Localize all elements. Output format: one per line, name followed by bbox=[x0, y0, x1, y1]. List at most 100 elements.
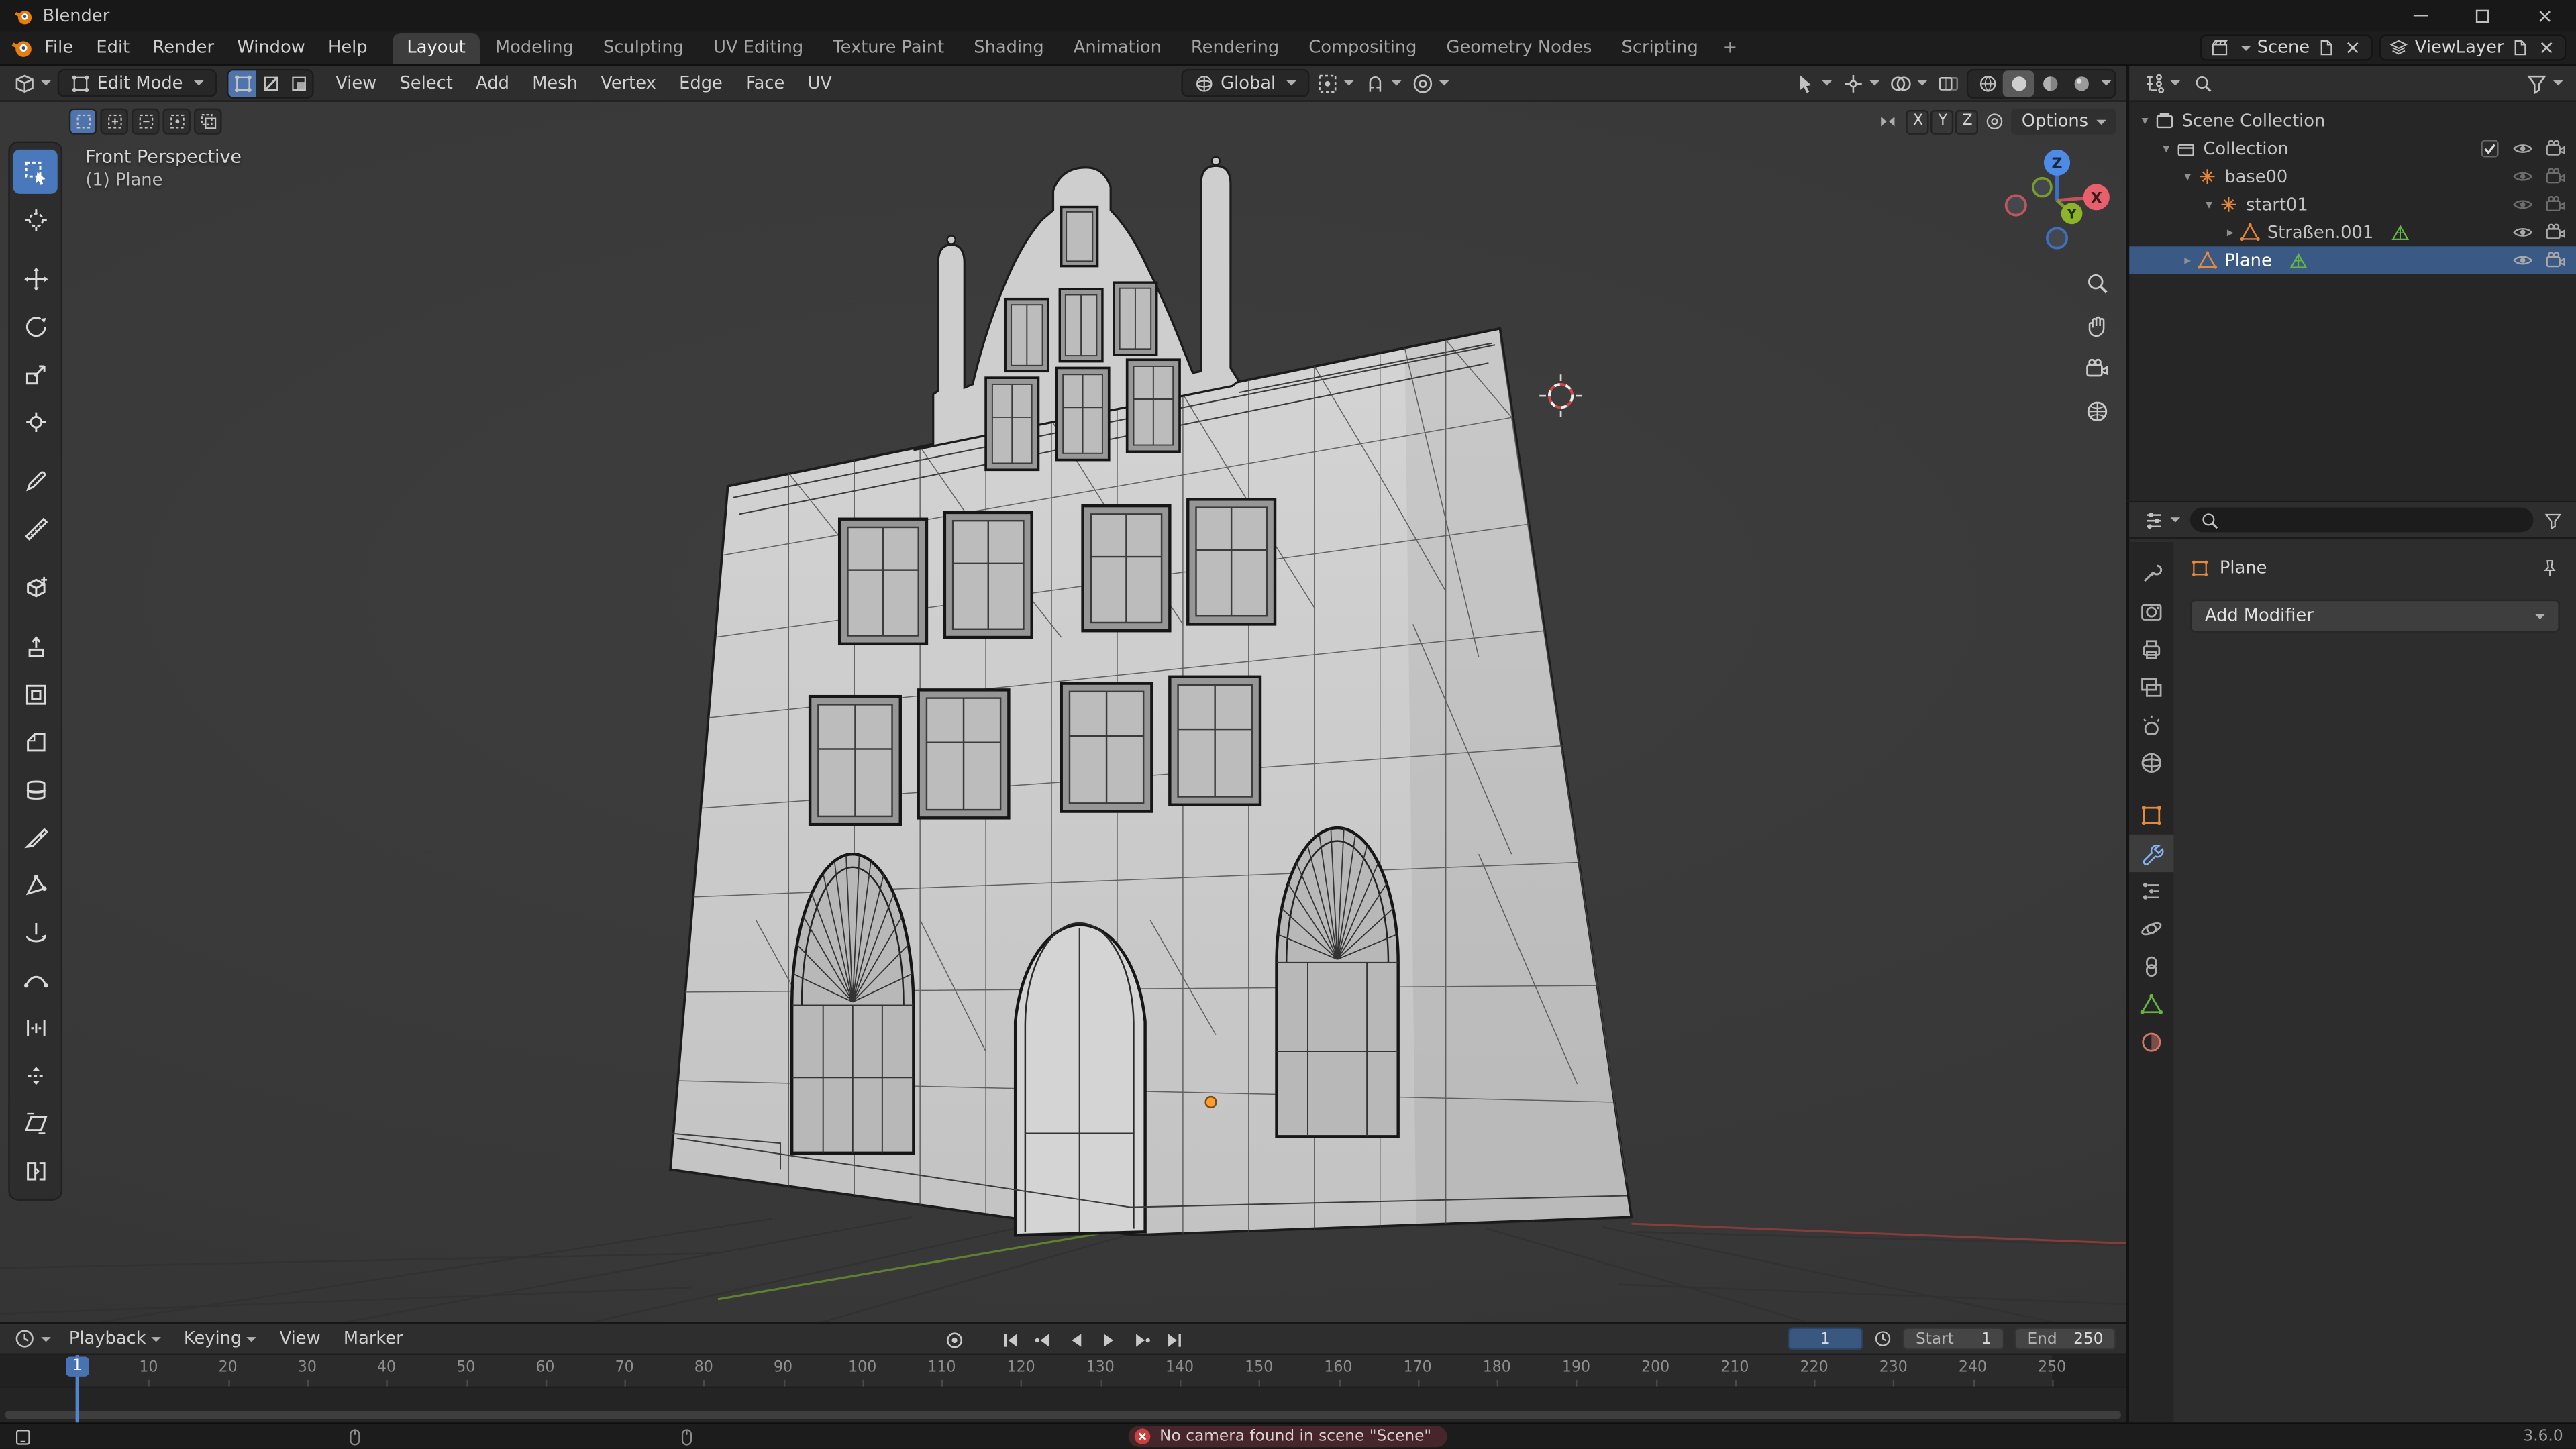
gizmo-neg-y[interactable] bbox=[2033, 178, 2051, 197]
tab-rendering[interactable]: Rendering bbox=[1176, 33, 1294, 64]
mode-intersect-button[interactable] bbox=[194, 109, 222, 135]
camera-view-button[interactable] bbox=[2080, 352, 2113, 384]
menu-render[interactable]: Render bbox=[141, 36, 225, 59]
options-dropdown[interactable]: Options bbox=[2012, 109, 2116, 135]
start-frame-field[interactable]: Start1 bbox=[1902, 1327, 2004, 1350]
outliner-row-scene-collection[interactable]: ▾Scene Collection bbox=[2129, 107, 2576, 135]
object-visibility-dropdown[interactable] bbox=[1791, 70, 1835, 96]
caret-down-icon[interactable]: ▾ bbox=[2136, 113, 2154, 128]
current-frame-field[interactable]: 1 bbox=[1788, 1327, 1863, 1350]
mode-dropdown[interactable]: Edit Mode bbox=[58, 69, 217, 97]
pin-icon[interactable] bbox=[2540, 558, 2559, 578]
tool-loop-cut[interactable] bbox=[13, 767, 58, 811]
viewport-menu-select[interactable]: Select bbox=[388, 72, 464, 95]
tool-shear[interactable] bbox=[13, 1100, 58, 1144]
vertex-mode-button[interactable] bbox=[229, 70, 257, 96]
tool-knife[interactable] bbox=[13, 814, 58, 859]
tab-sculpting[interactable]: Sculpting bbox=[588, 33, 699, 64]
pivot-point-button[interactable] bbox=[1313, 70, 1357, 96]
tool-annotate[interactable] bbox=[13, 458, 58, 502]
eye-icon[interactable] bbox=[2512, 138, 2534, 160]
tool-poly-build[interactable] bbox=[13, 862, 58, 906]
camera-icon[interactable] bbox=[2545, 166, 2567, 187]
properties-editor-type-button[interactable] bbox=[2139, 506, 2183, 533]
mirror-y-toggle[interactable]: Y bbox=[1931, 109, 1954, 134]
checkbox-icon[interactable] bbox=[2479, 138, 2501, 160]
pan-button[interactable] bbox=[2080, 309, 2113, 341]
tab-compositing[interactable]: Compositing bbox=[1294, 33, 1431, 64]
orientation-dropdown[interactable]: Global bbox=[1181, 69, 1310, 97]
outliner-row-collection[interactable]: ▾Collection bbox=[2129, 135, 2576, 163]
tab-shading[interactable]: Shading bbox=[959, 33, 1059, 64]
playhead-frame-badge[interactable]: 1 bbox=[66, 1356, 89, 1376]
ptab-output[interactable] bbox=[2129, 631, 2173, 668]
viewlayer-selector[interactable]: ViewLayer bbox=[2379, 34, 2567, 60]
ptab-scene[interactable] bbox=[2129, 706, 2173, 744]
proportional-edit-toggle[interactable] bbox=[1409, 70, 1453, 96]
eye-icon[interactable] bbox=[2512, 222, 2534, 244]
edge-mode-button[interactable] bbox=[257, 70, 285, 96]
viewport-menu-uv[interactable]: UV bbox=[796, 72, 843, 95]
viewport-menu-view[interactable]: View bbox=[324, 72, 388, 95]
tool-move[interactable] bbox=[13, 256, 58, 301]
timeline-editor-type-button[interactable] bbox=[10, 1326, 54, 1352]
tool-smooth[interactable] bbox=[13, 957, 58, 1002]
tool-scale[interactable] bbox=[13, 352, 58, 396]
tool-spin[interactable] bbox=[13, 910, 58, 954]
use-preview-range-icon[interactable] bbox=[1873, 1329, 1892, 1348]
navigation-gizmo[interactable]: Z X Y bbox=[1998, 142, 2116, 260]
tab-layout[interactable]: Layout bbox=[392, 33, 480, 64]
new-scene-icon[interactable] bbox=[2316, 38, 2336, 57]
tl-prevkey-button[interactable] bbox=[1029, 1326, 1057, 1352]
tool-measure[interactable] bbox=[13, 506, 58, 550]
ptab-view-layer[interactable] bbox=[2129, 669, 2173, 706]
tool-extrude[interactable] bbox=[13, 624, 58, 668]
tl-nextkey-button[interactable] bbox=[1127, 1326, 1155, 1352]
ptab-modifiers[interactable] bbox=[2129, 835, 2173, 872]
snap-toggle[interactable] bbox=[1361, 70, 1406, 96]
zoom-button[interactable] bbox=[2080, 266, 2113, 299]
tool-edge-slide[interactable] bbox=[13, 1005, 58, 1049]
tool-shrink-fatten[interactable] bbox=[13, 1053, 58, 1097]
caret-down-icon[interactable]: ▾ bbox=[2179, 169, 2197, 184]
gizmos-dropdown[interactable] bbox=[1839, 70, 1883, 96]
shading-material-button[interactable] bbox=[2034, 70, 2065, 96]
tab-geometry-nodes[interactable]: Geometry Nodes bbox=[1432, 33, 1607, 64]
caret-down-icon[interactable]: ▾ bbox=[2157, 142, 2175, 156]
xray-toggle[interactable] bbox=[1934, 70, 1963, 96]
shading-wireframe-button[interactable] bbox=[1971, 70, 2003, 96]
end-frame-field[interactable]: End250 bbox=[2014, 1327, 2116, 1350]
menu-file[interactable]: File bbox=[33, 36, 85, 59]
ptab-world[interactable] bbox=[2129, 744, 2173, 782]
outliner-search-button[interactable] bbox=[2190, 72, 2216, 95]
snap-falloff-button[interactable] bbox=[1982, 110, 2008, 133]
ptab-render[interactable] bbox=[2129, 593, 2173, 631]
shading-rendered-button[interactable] bbox=[2065, 70, 2097, 96]
app-menu-icon[interactable] bbox=[10, 36, 33, 59]
outliner-row-plane[interactable]: ▸Plane bbox=[2129, 246, 2576, 274]
tool-rotate[interactable] bbox=[13, 304, 58, 348]
properties-filter-button[interactable] bbox=[2540, 508, 2566, 531]
properties-search-input[interactable] bbox=[2190, 508, 2534, 533]
outliner-row-start01[interactable]: ▾start01 bbox=[2129, 191, 2576, 219]
viewport-menu-mesh[interactable]: Mesh bbox=[521, 72, 589, 95]
mode-new-button[interactable] bbox=[69, 109, 97, 135]
ptab-object[interactable] bbox=[2129, 797, 2173, 835]
caret-right-icon[interactable]: ▸ bbox=[2179, 253, 2197, 268]
3d-scene[interactable] bbox=[0, 102, 2126, 1322]
3d-viewport[interactable]: XYZ Options Front Perspective (1) Plane … bbox=[0, 102, 2126, 1322]
shading-solid-button[interactable] bbox=[2003, 70, 2034, 96]
ptab-tool[interactable] bbox=[2129, 555, 2173, 593]
viewport-menu-add[interactable]: Add bbox=[464, 72, 521, 95]
camera-icon[interactable] bbox=[2545, 138, 2567, 160]
gizmo-neg-z[interactable] bbox=[2047, 228, 2067, 248]
timeline-ruler[interactable]: 1020304050607080901001101201301401501601… bbox=[0, 1355, 2126, 1388]
tool-select-box[interactable] bbox=[13, 150, 58, 194]
ptab-constraints[interactable] bbox=[2129, 948, 2173, 985]
maximize-button[interactable] bbox=[2451, 0, 2514, 32]
outliner-filter-button[interactable] bbox=[2522, 70, 2566, 96]
face-mode-button[interactable] bbox=[285, 70, 313, 96]
auto-keyframe-button[interactable] bbox=[940, 1326, 968, 1352]
tab-animation[interactable]: Animation bbox=[1059, 33, 1176, 64]
close-button[interactable] bbox=[2514, 0, 2576, 32]
